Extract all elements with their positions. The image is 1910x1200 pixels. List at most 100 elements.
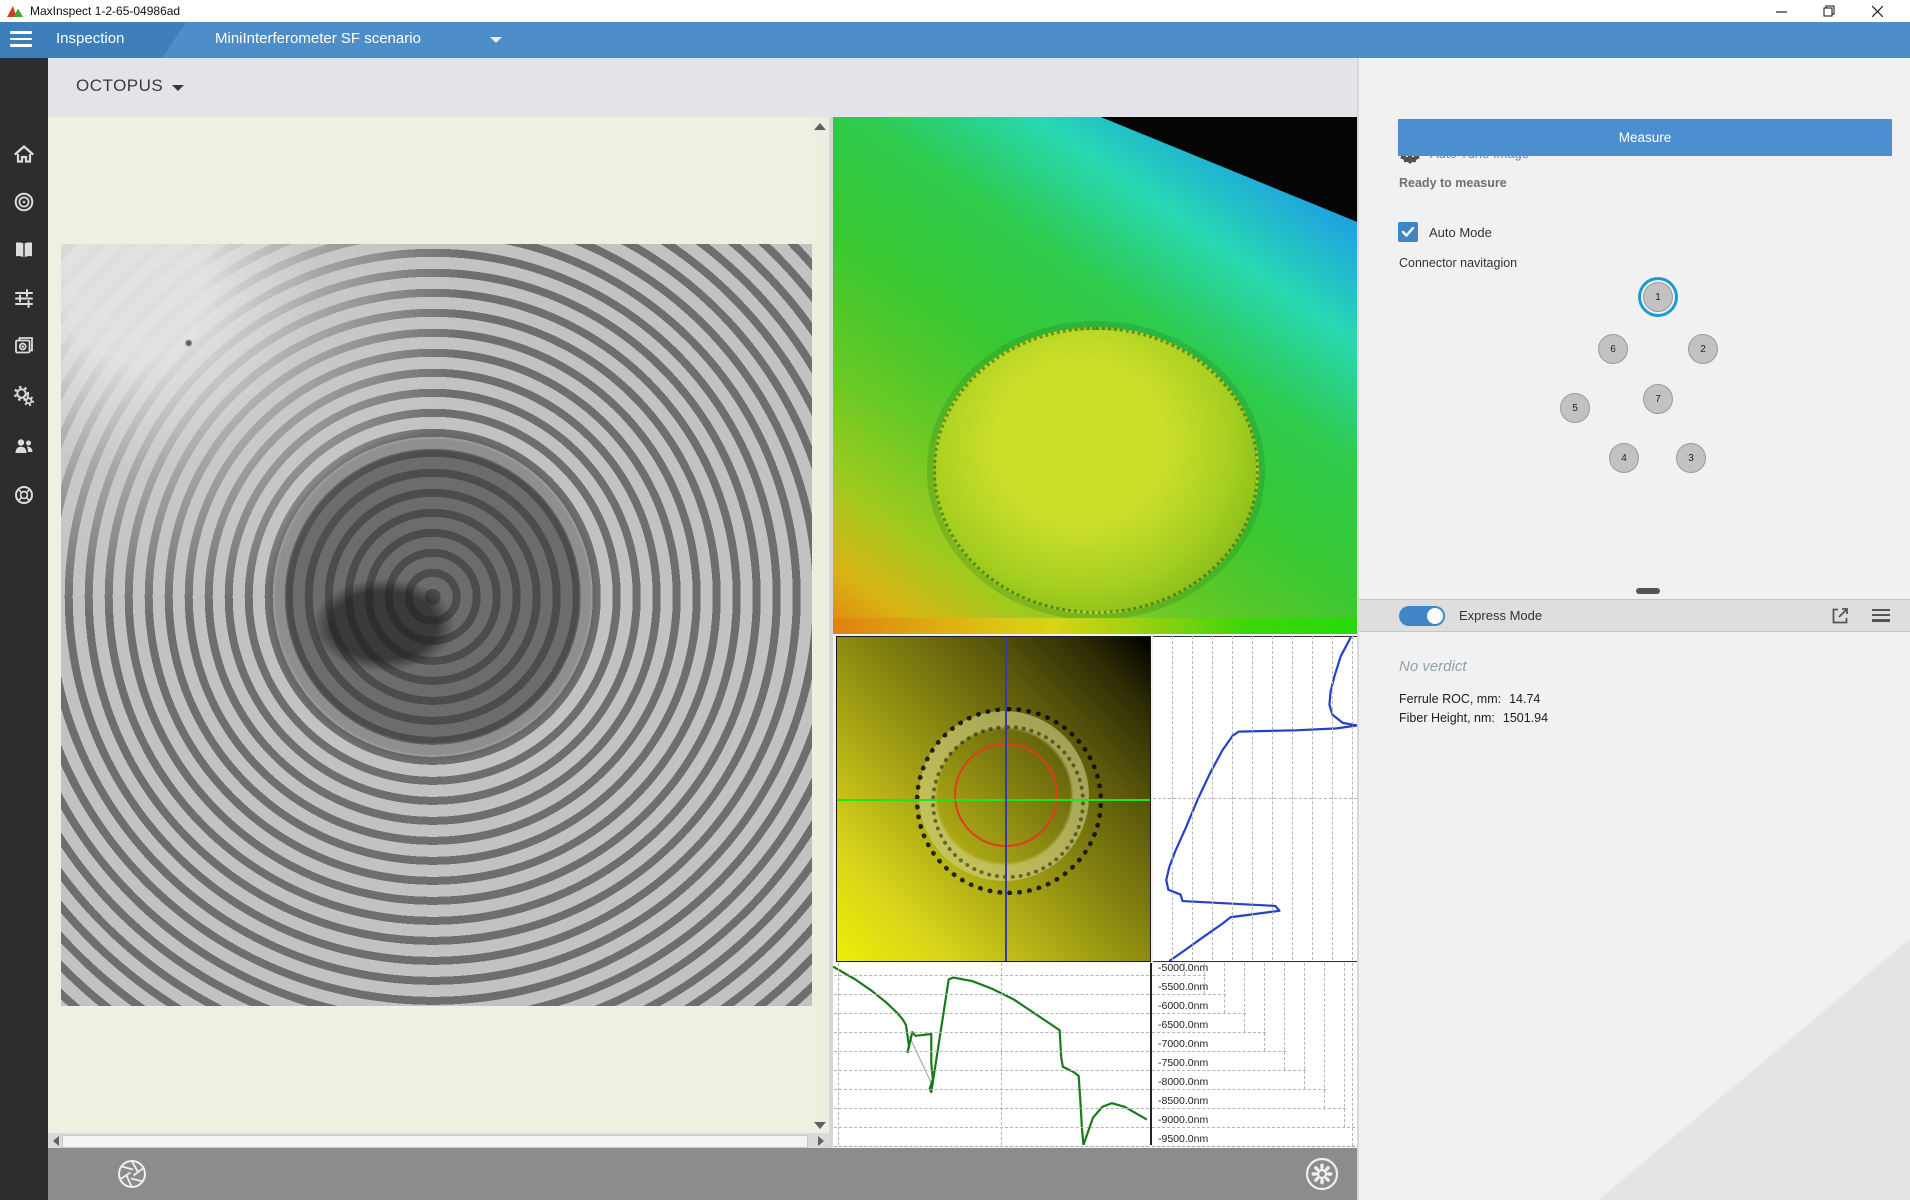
image-settings-icon[interactable] [13,335,35,357]
camera-dropdown-caret-icon [172,85,184,91]
gridline [1264,963,1265,1051]
gridline [834,994,1149,995]
gridline [834,1032,1149,1033]
result-fiber-height: Fiber Height, nm: 1501.94 [1399,711,1548,725]
gridline [1324,963,1325,1108]
app-window: MaxInspect 1-2-65-04986ad Inspection Min… [0,0,1910,1200]
y-axis-tick-label: -7500.0nm [1158,1057,1208,1069]
gridline [1344,963,1345,1127]
panel-menu-icon[interactable] [1872,609,1890,623]
gridline [834,1070,1149,1071]
help-ring-icon[interactable] [13,484,35,506]
home-icon[interactable] [13,143,35,165]
settings-gear-icon[interactable] [1305,1157,1339,1191]
close-button[interactable] [1854,0,1900,22]
y-axis-tick-label: -9500.0nm [1158,1133,1208,1145]
gridline [1152,1146,1355,1147]
measure-status-text: Ready to measure [1399,176,1507,190]
aperture-icon[interactable] [116,1158,148,1190]
left-sidebar [0,58,48,1200]
scroll-down-arrow-icon[interactable] [814,1122,826,1129]
result-ferrule-roc: Ferrule ROC, mm: 14.74 [1399,692,1540,706]
camera-selector[interactable]: OCTOPUS [76,76,184,96]
gridline [834,1127,1149,1128]
result-value: 1501.94 [1503,711,1548,725]
vertical-scrollbar[interactable] [812,117,828,1133]
app-logo-icon [7,4,23,18]
y-axis-tick-label: -6000.0nm [1158,1000,1208,1012]
camera-name: OCTOPUS [76,76,163,95]
gridline [1152,994,1226,995]
gridline [1152,1032,1266,1033]
connector-position-4[interactable]: 4 [1609,443,1639,473]
y-axis-tick-label: -6500.0nm [1158,1019,1208,1031]
connector-position-3[interactable]: 3 [1676,443,1706,473]
scenario-dropdown-caret-icon[interactable] [490,37,502,43]
open-external-icon[interactable] [1830,606,1850,626]
connector-position-6[interactable]: 6 [1598,334,1628,364]
y-axis-tick-label: -8000.0nm [1158,1076,1208,1088]
gridline [1284,963,1285,1070]
hamburger-menu-icon[interactable] [10,31,32,49]
vertical-profile-plot [1153,637,1357,961]
interferogram-live-image[interactable] [61,244,812,1006]
restore-button[interactable] [1806,0,1852,22]
sliders-icon[interactable] [13,287,35,309]
gridline [1152,975,1206,976]
gridline [834,1108,1149,1109]
target-icon[interactable] [13,191,35,213]
gridline [1153,798,1357,799]
gridline [834,1051,1149,1052]
connector-position-2[interactable]: 2 [1688,334,1718,364]
height-map-2d[interactable] [836,636,1151,962]
splitter-grip[interactable] [1636,588,1660,594]
nav-scenario-label[interactable]: MiniInterferometer SF scenario [215,30,421,47]
gridline [1152,1070,1306,1071]
result-label: Ferrule ROC, mm: [1399,692,1501,706]
scroll-up-arrow-icon[interactable] [814,123,826,130]
main-nav-bar: Inspection MiniInterferometer SF scenari… [0,22,1910,58]
measure-button[interactable]: Measure [1398,119,1892,156]
horizontal-profile-chart [833,963,1152,1145]
express-mode-toggle[interactable] [1399,606,1445,626]
users-icon[interactable] [13,435,35,457]
book-icon[interactable] [13,239,35,261]
connector-position-1[interactable]: 1 [1643,282,1673,312]
express-mode-label: Express Mode [1459,608,1542,623]
y-axis-tick-label: -7000.0nm [1158,1038,1208,1050]
gridline [1152,1108,1346,1109]
gridline [1152,1013,1246,1014]
gridline [1244,963,1245,1032]
minimize-button[interactable] [1758,0,1804,22]
result-label: Fiber Height, nm: [1399,711,1495,725]
gridline [1352,963,1353,1146]
gridline [834,1146,1149,1147]
horizontal-scrollbar-thumb[interactable] [62,1135,808,1148]
connector-position-5[interactable]: 5 [1560,393,1590,423]
corner-watermark [1600,940,1910,1200]
crosshair-vertical-line[interactable] [1005,637,1007,961]
crosshair-horizontal-line[interactable] [837,799,1150,801]
gridline [1304,963,1305,1089]
vertical-profile-chart [1153,636,1357,962]
gridline [834,975,1149,976]
y-axis-tick-label: -8500.0nm [1158,1095,1208,1107]
fiber-dome-3d [933,327,1259,614]
gridline [1224,963,1225,1013]
scroll-left-arrow-icon[interactable] [53,1136,59,1146]
connector-navigation-label: Connector navitagion [1399,256,1517,270]
interferogram-workspace [48,117,829,1148]
horizontal-profile-plot [833,963,1150,1145]
scroll-right-arrow-icon[interactable] [818,1136,824,1146]
nav-inspection-label[interactable]: Inspection [56,30,124,47]
gridline [1001,963,1002,1145]
result-value: 14.74 [1509,692,1540,706]
auto-mode-checkbox[interactable]: Auto Mode [1398,222,1492,242]
surface-3d-view[interactable] [833,117,1358,618]
connector-position-7[interactable]: 7 [1643,384,1673,414]
toggle-knob [1427,608,1443,624]
gears-icon[interactable] [13,385,35,407]
title-bar: MaxInspect 1-2-65-04986ad [0,0,1910,22]
gridline [834,1089,1149,1090]
y-axis-tick-label: -5000.0nm [1158,962,1208,974]
